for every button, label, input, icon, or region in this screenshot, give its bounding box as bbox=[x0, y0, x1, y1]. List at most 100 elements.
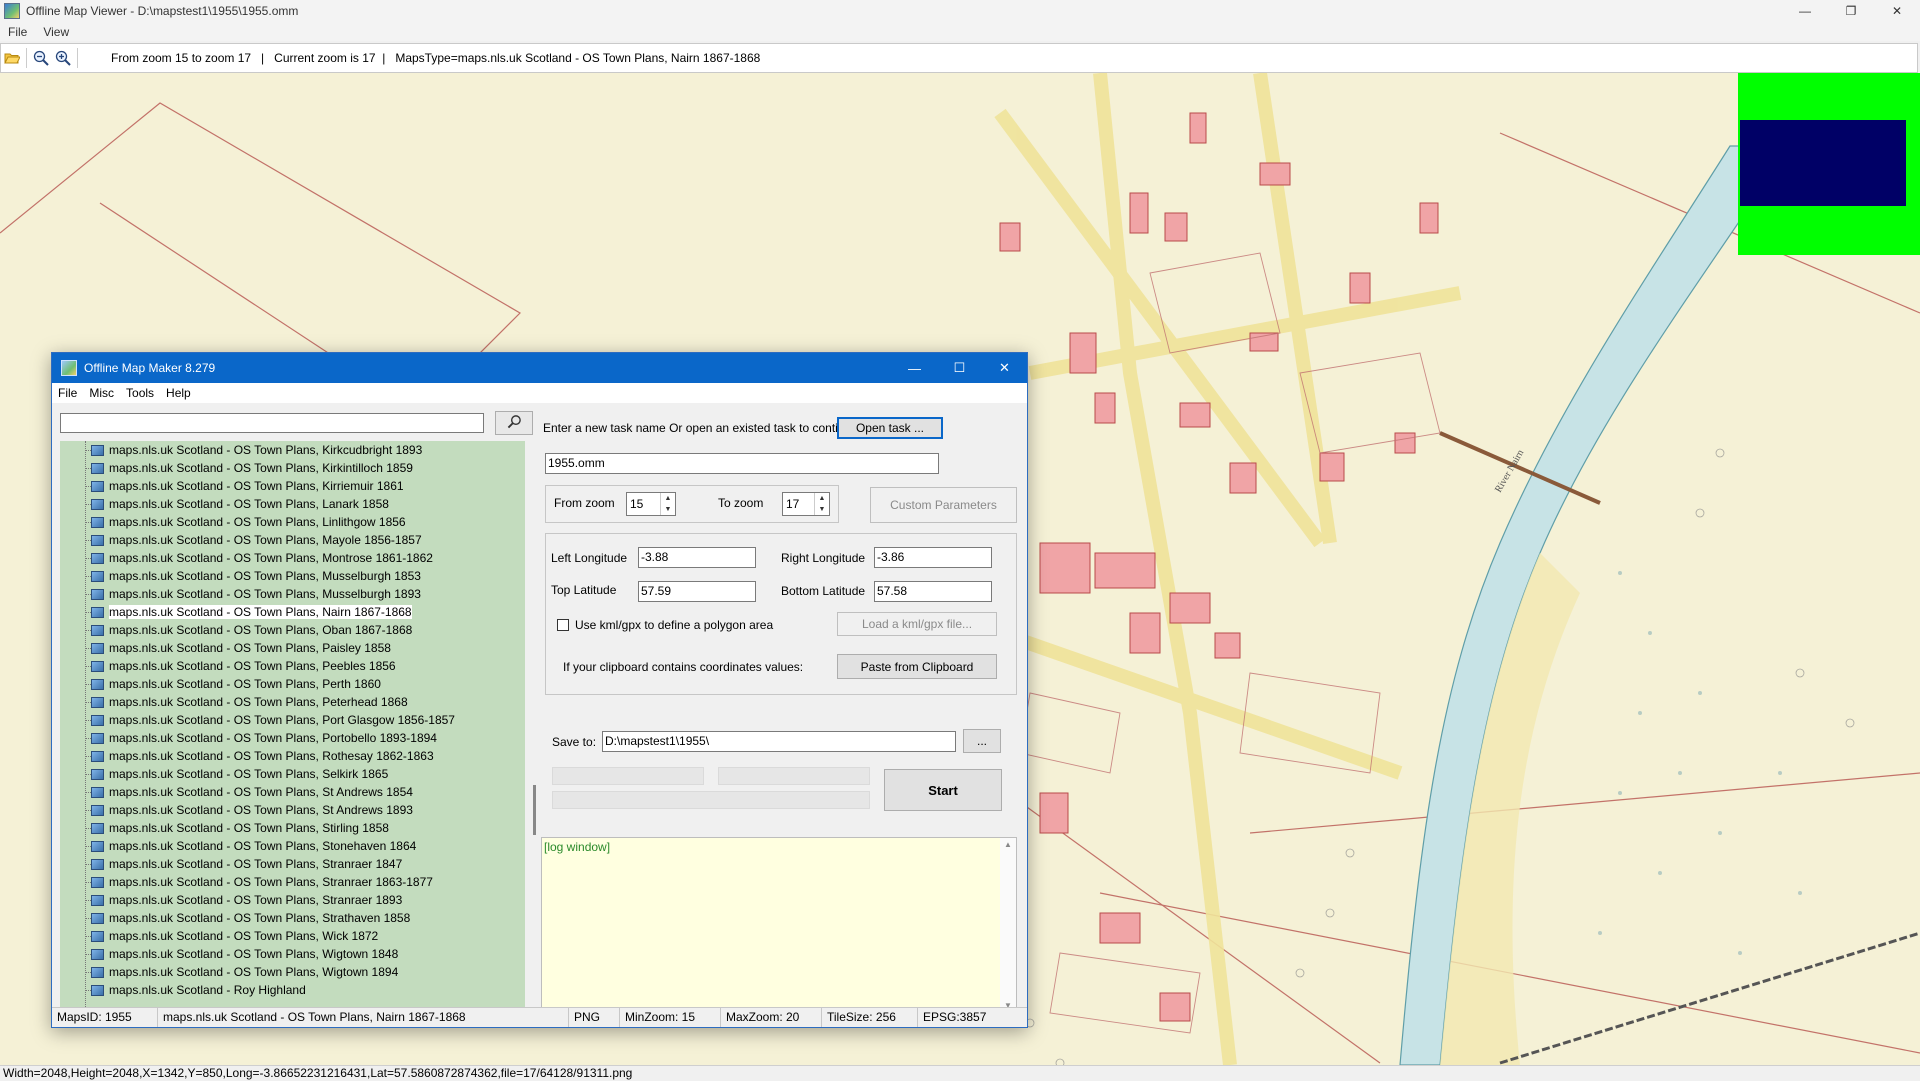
zoom-out-icon[interactable] bbox=[30, 47, 52, 69]
map-layer-icon bbox=[91, 984, 104, 996]
bottom-latitude-label: Bottom Latitude bbox=[781, 584, 866, 598]
start-button[interactable]: Start bbox=[884, 769, 1002, 811]
maps-search-input[interactable] bbox=[60, 413, 484, 433]
tree-item[interactable]: maps.nls.uk Scotland - OS Town Plans, Pe… bbox=[60, 675, 525, 693]
tree-item[interactable]: maps.nls.uk Scotland - OS Town Plans, Ki… bbox=[60, 477, 525, 495]
chevron-down-icon[interactable]: ▼ bbox=[661, 504, 675, 515]
dialog-title-bar[interactable]: Offline Map Maker 8.279 — ☐ ✕ bbox=[52, 353, 1027, 383]
tree-item[interactable]: maps.nls.uk Scotland - OS Town Plans, St… bbox=[60, 837, 525, 855]
task-name-input[interactable]: 1955.omm bbox=[545, 453, 939, 474]
dialog-menu-misc[interactable]: Misc bbox=[83, 386, 120, 400]
viewer-window-title: Offline Map Viewer - D:\mapstest1\1955\1… bbox=[26, 4, 299, 18]
tree-item[interactable]: maps.nls.uk Scotland - OS Town Plans, Ki… bbox=[60, 459, 525, 477]
tree-item-label: maps.nls.uk Scotland - OS Town Plans, St… bbox=[109, 857, 403, 871]
chevron-down-icon[interactable]: ▼ bbox=[815, 504, 829, 515]
tree-item-label: maps.nls.uk Scotland - OS Town Plans, Ki… bbox=[109, 461, 413, 475]
tree-item[interactable]: maps.nls.uk Scotland - OS Town Plans, St… bbox=[60, 801, 525, 819]
tree-item[interactable]: maps.nls.uk Scotland - OS Town Plans, St… bbox=[60, 855, 525, 873]
maps-tree-view[interactable]: maps.nls.uk Scotland - OS Town Plans, Ki… bbox=[60, 441, 525, 1011]
dialog-close-button[interactable]: ✕ bbox=[982, 353, 1027, 383]
paste-from-clipboard-button[interactable]: Paste from Clipboard bbox=[837, 654, 997, 679]
left-longitude-input[interactable]: -3.88 bbox=[638, 547, 756, 568]
dialog-app-icon bbox=[61, 360, 77, 376]
minimize-button[interactable]: — bbox=[1782, 0, 1828, 22]
tree-item[interactable]: maps.nls.uk Scotland - OS Town Plans, Po… bbox=[60, 729, 525, 747]
tree-item[interactable]: maps.nls.uk Scotland - OS Town Plans, Ob… bbox=[60, 621, 525, 639]
to-zoom-spinner[interactable]: 17 ▲ ▼ bbox=[782, 492, 830, 516]
window-controls: — ❐ ✕ bbox=[1782, 0, 1920, 22]
open-task-button[interactable]: Open task ... bbox=[837, 417, 943, 439]
dialog-menu-help[interactable]: Help bbox=[160, 386, 197, 400]
dialog-maximize-button[interactable]: ☐ bbox=[937, 353, 982, 383]
tree-item[interactable]: maps.nls.uk Scotland - OS Town Plans, Wi… bbox=[60, 927, 525, 945]
chevron-up-icon[interactable]: ▲ bbox=[1004, 840, 1012, 849]
menu-file[interactable]: File bbox=[0, 25, 35, 39]
overview-viewport-rect[interactable] bbox=[1740, 120, 1906, 206]
use-kml-checkbox[interactable] bbox=[557, 619, 569, 631]
folder-open-icon[interactable] bbox=[1, 47, 23, 69]
tree-item[interactable]: maps.nls.uk Scotland - OS Town Plans, Pe… bbox=[60, 657, 525, 675]
tree-item[interactable]: maps.nls.uk Scotland - OS Town Plans, La… bbox=[60, 495, 525, 513]
tree-item[interactable]: maps.nls.uk Scotland - OS Town Plans, Wi… bbox=[60, 945, 525, 963]
tree-item[interactable]: maps.nls.uk Scotland - OS Town Plans, Ki… bbox=[60, 441, 525, 459]
tree-item[interactable]: maps.nls.uk Scotland - OS Town Plans, St… bbox=[60, 909, 525, 927]
save-path-input[interactable]: D:\mapstest1\1955\ bbox=[602, 731, 956, 752]
tree-item[interactable]: maps.nls.uk Scotland - OS Town Plans, Mu… bbox=[60, 567, 525, 585]
tree-item[interactable]: maps.nls.uk Scotland - OS Town Plans, Mu… bbox=[60, 585, 525, 603]
tree-item[interactable]: maps.nls.uk Scotland - OS Town Plans, St… bbox=[60, 891, 525, 909]
dialog-minimize-button[interactable]: — bbox=[892, 353, 937, 383]
tree-item[interactable]: maps.nls.uk Scotland - OS Town Plans, Ro… bbox=[60, 747, 525, 765]
progress-bar-2 bbox=[718, 767, 870, 785]
dialog-menu-bar: File Misc Tools Help bbox=[52, 383, 1027, 403]
tree-item[interactable]: maps.nls.uk Scotland - OS Town Plans, Li… bbox=[60, 513, 525, 531]
status-tile-size: TileSize: 256 bbox=[822, 1008, 918, 1027]
tree-item[interactable]: maps.nls.uk Scotland - OS Town Plans, Pa… bbox=[60, 639, 525, 657]
tree-item-label: maps.nls.uk Scotland - OS Town Plans, St… bbox=[109, 875, 433, 889]
offline-map-maker-dialog: Offline Map Maker 8.279 — ☐ ✕ File Misc … bbox=[51, 352, 1028, 1028]
tree-scrollbar-thumb[interactable] bbox=[533, 785, 536, 835]
browse-button[interactable]: ... bbox=[963, 729, 1001, 753]
dialog-menu-file[interactable]: File bbox=[52, 386, 83, 400]
chevron-up-icon[interactable]: ▲ bbox=[661, 493, 675, 504]
zoom-in-icon[interactable] bbox=[52, 47, 74, 69]
overview-minimap[interactable] bbox=[1738, 73, 1920, 255]
map-layer-icon bbox=[91, 714, 104, 726]
to-zoom-value[interactable]: 17 bbox=[783, 493, 814, 515]
top-latitude-input[interactable]: 57.59 bbox=[638, 581, 756, 602]
tree-item[interactable]: maps.nls.uk Scotland - OS Town Plans, Wi… bbox=[60, 963, 525, 981]
to-zoom-arrows[interactable]: ▲ ▼ bbox=[814, 493, 829, 515]
bottom-latitude-input[interactable]: 57.58 bbox=[874, 581, 992, 602]
close-button[interactable]: ✕ bbox=[1874, 0, 1920, 22]
search-button[interactable] bbox=[495, 411, 533, 435]
tree-item[interactable]: maps.nls.uk Scotland - OS Town Plans, Pe… bbox=[60, 693, 525, 711]
tree-item[interactable]: maps.nls.uk Scotland - OS Town Plans, Po… bbox=[60, 711, 525, 729]
custom-parameters-button[interactable]: Custom Parameters bbox=[870, 487, 1017, 523]
from-zoom-value[interactable]: 15 bbox=[627, 493, 660, 515]
tree-item[interactable]: maps.nls.uk Scotland - OS Town Plans, Na… bbox=[60, 603, 525, 621]
tree-item-label: maps.nls.uk Scotland - OS Town Plans, Pe… bbox=[109, 659, 396, 673]
tree-item[interactable]: maps.nls.uk Scotland - OS Town Plans, St… bbox=[60, 819, 525, 837]
restore-button[interactable]: ❐ bbox=[1828, 0, 1874, 22]
tree-item[interactable]: maps.nls.uk Scotland - OS Town Plans, St… bbox=[60, 783, 525, 801]
from-zoom-arrows[interactable]: ▲ ▼ bbox=[660, 493, 675, 515]
map-layer-icon bbox=[91, 750, 104, 762]
chevron-up-icon[interactable]: ▲ bbox=[815, 493, 829, 504]
tree-item[interactable]: maps.nls.uk Scotland - OS Town Plans, Mo… bbox=[60, 549, 525, 567]
log-text: [log window] bbox=[544, 840, 611, 854]
tree-item-label: maps.nls.uk Scotland - OS Town Plans, Ki… bbox=[109, 443, 423, 457]
log-scrollbar[interactable]: ▲ ▼ bbox=[1000, 838, 1016, 1012]
tree-item[interactable]: maps.nls.uk Scotland - OS Town Plans, Ma… bbox=[60, 531, 525, 549]
app-map-icon bbox=[4, 3, 20, 19]
zoom-range-group: From zoom 15 ▲ ▼ To zoom 17 ▲ ▼ bbox=[545, 485, 839, 523]
load-kml-button[interactable]: Load a kml/gpx file... bbox=[837, 612, 997, 636]
menu-view[interactable]: View bbox=[35, 25, 77, 39]
tree-item-label: maps.nls.uk Scotland - OS Town Plans, Li… bbox=[109, 515, 406, 529]
dialog-menu-tools[interactable]: Tools bbox=[120, 386, 160, 400]
log-window[interactable]: [log window] ▲ ▼ bbox=[541, 837, 1017, 1013]
tree-item[interactable]: maps.nls.uk Scotland - OS Town Plans, Se… bbox=[60, 765, 525, 783]
progress-bar-1 bbox=[552, 767, 704, 785]
right-longitude-input[interactable]: -3.86 bbox=[874, 547, 992, 568]
tree-item[interactable]: maps.nls.uk Scotland - Roy Highland bbox=[60, 981, 525, 999]
from-zoom-spinner[interactable]: 15 ▲ ▼ bbox=[626, 492, 676, 516]
tree-item[interactable]: maps.nls.uk Scotland - OS Town Plans, St… bbox=[60, 873, 525, 891]
